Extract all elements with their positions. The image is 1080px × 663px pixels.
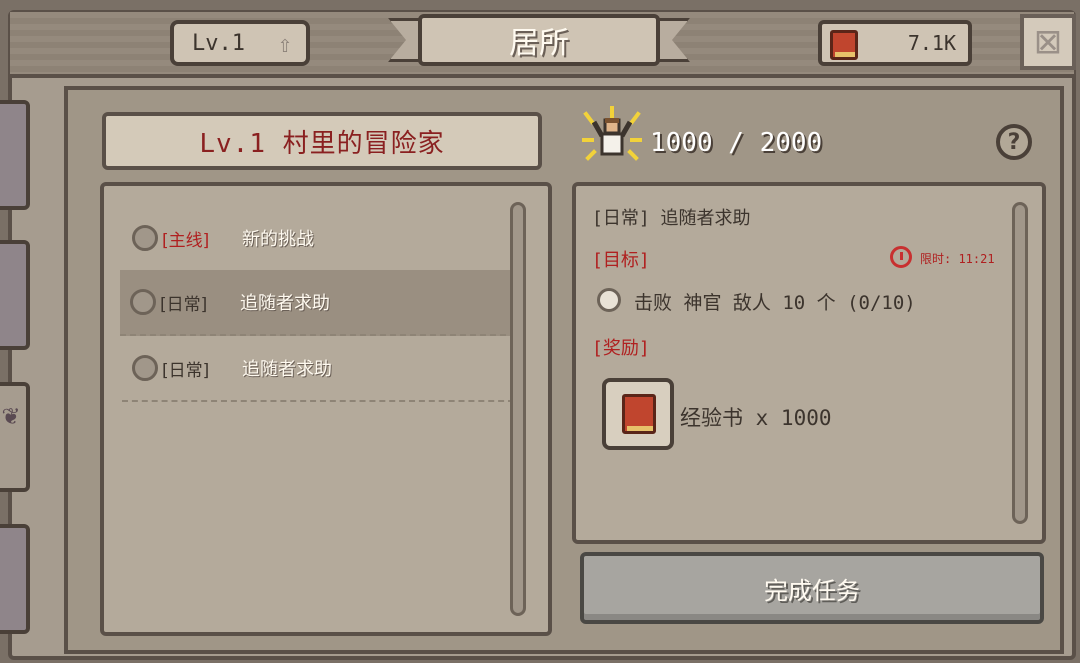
objective-text: 击败 神官 敌人 10 个 (0/10) (634, 292, 916, 314)
close-button[interactable]: ⊠ (1020, 14, 1076, 70)
cheering-hero-icon (582, 106, 642, 161)
exp-book-icon (622, 394, 656, 434)
quest-list-scrollbar[interactable] (510, 202, 526, 616)
reward-text: 经验书 x 1000 (680, 406, 832, 430)
list-item[interactable]: [主线] 新的挑战 (122, 206, 514, 272)
reward-slot[interactable] (602, 378, 674, 450)
progress-text: 1000 / 2000 (650, 128, 823, 158)
player-level-text: Lv.1 (192, 30, 245, 56)
branch-icon: ❦ (2, 398, 19, 431)
quest-detail-title: [日常] 追随者求助 (592, 208, 751, 229)
quest-list: [主线] 新的挑战 [日常] 追随者求助 [日常] 追随者求助 (100, 182, 552, 636)
currency-display: 7.1K (818, 20, 972, 66)
exp-book-icon (830, 30, 858, 60)
close-icon: ⊠ (1033, 22, 1063, 62)
time-limit: 限时: 11:21 (920, 252, 995, 266)
complete-quest-label: 完成任务 (764, 576, 860, 605)
reward-label: [奖励] (592, 338, 650, 359)
help-button[interactable]: ? (996, 124, 1032, 160)
currency-value: 7.1K (907, 31, 956, 55)
player-level-box[interactable]: Lv.1 ⇧ (170, 20, 310, 66)
up-arrow-icon[interactable]: ⇧ (272, 30, 298, 58)
quest-name: 追随者求助 (242, 359, 332, 380)
side-tab-2[interactable] (0, 240, 30, 350)
detail-scrollbar[interactable] (1012, 202, 1028, 524)
quest-name: 追随者求助 (240, 293, 330, 314)
objective-status-icon (597, 288, 621, 312)
complete-quest-button[interactable]: 完成任务 (580, 552, 1044, 624)
list-item[interactable]: [日常] 追随者求助 (122, 336, 514, 402)
side-tab-1[interactable] (0, 100, 30, 210)
radio-icon (130, 289, 156, 315)
radio-icon (132, 355, 158, 381)
list-item[interactable]: [日常] 追随者求助 (120, 270, 516, 336)
quest-name: 新的挑战 (242, 229, 314, 250)
quest-tag: [日常] (160, 294, 208, 315)
quest-tag: [日常] (162, 360, 210, 381)
page-title: 居所 (418, 14, 660, 66)
quest-detail-panel (572, 182, 1046, 544)
goal-label: [目标] (592, 250, 650, 271)
help-icon: ? (1007, 129, 1021, 155)
side-tab-4[interactable] (0, 524, 30, 634)
quest-tag: [主线] (162, 230, 210, 251)
radio-icon (132, 225, 158, 251)
rank-title: Lv.1 村里的冒险家 (102, 112, 542, 170)
alarm-clock-icon (890, 246, 912, 268)
